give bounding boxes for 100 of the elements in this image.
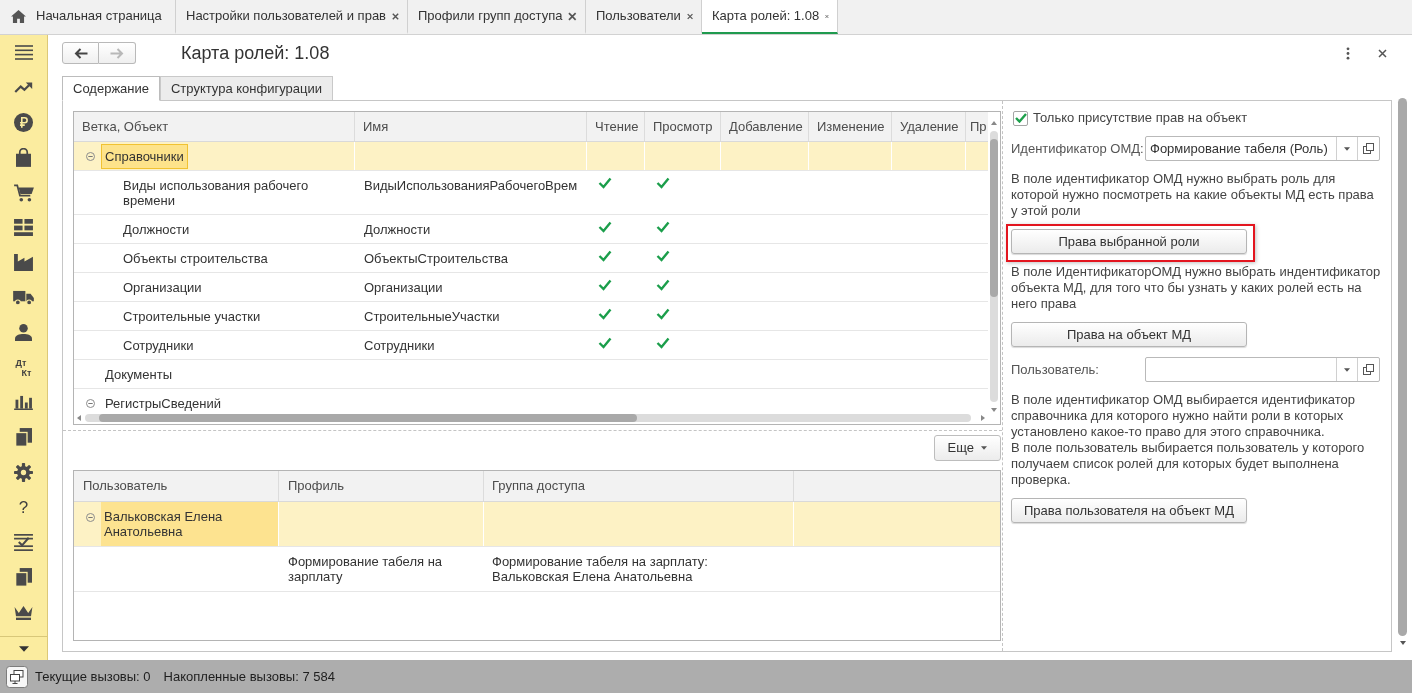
close-icon[interactable]: [392, 11, 399, 21]
tree-node-label[interactable]: Документы: [101, 367, 176, 382]
sidebar-item[interactable]: [14, 463, 33, 482]
caret-down-icon: [18, 645, 29, 652]
table-cell: Сотрудники: [123, 338, 194, 353]
scroll-right-icon[interactable]: [981, 415, 985, 421]
tree-node-label[interactable]: Справочники: [101, 144, 188, 169]
scroll-down-icon[interactable]: [1399, 641, 1406, 645]
sidebar-item[interactable]: [13, 183, 34, 202]
documents-icon: [15, 428, 32, 447]
sidebar-item[interactable]: [14, 82, 33, 93]
table-row[interactable]: Формирование табеля на зарплату Формирование табеля на зарплату: Вальковская Елена Анатольевна: [74, 547, 1000, 592]
sidebar-item[interactable]: [14, 605, 33, 620]
action-button[interactable]: Права выбранной роли: [1011, 229, 1247, 254]
tab[interactable]: Профили групп доступа: [408, 0, 586, 34]
documents-icon: [15, 568, 32, 587]
tab[interactable]: Структура конфигурации: [160, 76, 333, 100]
scroll-down-icon[interactable]: [991, 408, 997, 412]
caret-down-icon: [1344, 367, 1350, 372]
scrollbar-thumb[interactable]: [1398, 98, 1407, 636]
table-row[interactable]: Должности Должности: [74, 215, 988, 244]
table-cell: Должности: [364, 222, 431, 237]
back-button[interactable]: [62, 42, 99, 64]
tab[interactable]: Начальная страница: [0, 0, 176, 34]
table-row[interactable]: Организации Организации: [74, 273, 988, 302]
sidebar-item[interactable]: [14, 534, 33, 551]
table-cell: СтроительныеУчастки: [364, 309, 500, 324]
crown-icon: [14, 605, 33, 620]
sidebar-item[interactable]: ?: [18, 498, 29, 517]
more-button[interactable]: Еще: [933, 435, 1001, 461]
table-row[interactable]: Сотрудники Сотрудники: [74, 331, 988, 360]
open-form-icon: [1363, 143, 1374, 154]
tree-node-label[interactable]: РегистрыСведений: [101, 396, 225, 411]
column-header: Чтение: [587, 112, 645, 141]
collapse-icon[interactable]: [86, 152, 95, 161]
sections-dropdown-button[interactable]: [16, 643, 31, 654]
table-row[interactable]: Вальковская Елена Анатольевна: [74, 502, 1000, 547]
collapse-icon[interactable]: [86, 513, 95, 522]
table-row[interactable]: Строительные участки СтроительныеУчастки: [74, 302, 988, 331]
scrollbar-thumb[interactable]: [99, 414, 637, 422]
close-icon[interactable]: [568, 11, 577, 21]
scroll-up-icon[interactable]: [991, 121, 997, 125]
table-cell: Строительные участки: [123, 309, 261, 324]
sidebar-item[interactable]: [14, 254, 33, 271]
tab[interactable]: Настройки пользователей и прав: [176, 0, 408, 34]
column-header: Добавление: [721, 112, 809, 141]
sidebar-item[interactable]: [15, 568, 32, 587]
cart-icon: [13, 183, 34, 202]
sidebar-item[interactable]: [15, 324, 32, 341]
coin-icon: [14, 113, 33, 132]
caret-down-icon: [1344, 146, 1350, 151]
sidebar-item[interactable]: [13, 289, 34, 306]
page-title: Карта ролей: 1.08: [181, 42, 330, 64]
table-row[interactable]: Документы: [74, 360, 988, 389]
scrollbar-track[interactable]: [85, 414, 971, 422]
trend-up-icon: [14, 82, 33, 93]
sidebar-item[interactable]: [14, 45, 33, 60]
status-text: Текущие вызовы: 0: [35, 667, 151, 686]
sidebar-item[interactable]: [16, 148, 31, 167]
action-button[interactable]: Права пользователя на объект МД: [1011, 498, 1247, 523]
home-icon: [11, 9, 26, 23]
column-header: Изменение: [809, 112, 892, 141]
checklist-icon: [14, 534, 33, 551]
scrollbar-thumb[interactable]: [990, 139, 998, 297]
table-row[interactable]: Объекты строительства ОбъектыСтроительства: [74, 244, 988, 273]
caret-down-icon: [981, 446, 987, 450]
help-text: В поле идентификатор ОМД выбирается идентификатор справочника для которого нужно найти роли в которых установлено какое-то право для этого справочника.: [1011, 392, 1357, 440]
checkbox[interactable]: [1013, 110, 1028, 126]
sidebar-item[interactable]: [14, 395, 33, 410]
help-text: В поле идентификатор ОМД нужно выбрать роль для которой нужно посмотреть на какие объекты МД есть права у этой роли: [1011, 171, 1375, 219]
vertical-dots-icon: [1346, 46, 1350, 60]
column-header: Профиль: [279, 471, 484, 501]
tab[interactable]: Карта ролей: 1.08: [702, 0, 838, 34]
table-row[interactable]: Виды использования рабочего времени ВидыИспользованияРабочегоВрем: [74, 171, 988, 215]
table-cell: Должности: [123, 222, 190, 237]
scrollbar-track[interactable]: [990, 131, 998, 402]
close-button[interactable]: [1376, 46, 1389, 60]
close-icon[interactable]: [686, 11, 693, 21]
checkbox-label: Только присутствие прав на объект: [1033, 109, 1248, 128]
sidebar-item[interactable]: [15, 428, 32, 447]
sidebar-item[interactable]: Дт Кт: [15, 357, 32, 378]
sidebar-item[interactable]: [14, 113, 33, 132]
factory-icon: [14, 254, 33, 271]
truck-icon: [13, 289, 34, 306]
table-row[interactable]: Справочники: [74, 142, 988, 171]
combo-box[interactable]: Формирование табеля (Роль): [1145, 136, 1380, 161]
monitors-icon[interactable]: [6, 665, 28, 688]
scroll-left-icon[interactable]: [77, 415, 81, 421]
action-button[interactable]: Права на объект МД: [1011, 322, 1247, 347]
column-header: Имя: [355, 112, 587, 141]
help-text: В поле пользователь выбирается пользователь у которого получаем список ролей для которых будет выполнена проверка.: [1011, 440, 1366, 488]
tree-node-label[interactable]: Вальковская Елена Анатольевна: [101, 502, 278, 546]
bar-chart-icon: [14, 395, 33, 410]
table-cell: Организации: [123, 280, 202, 295]
column-header: Просмотр: [645, 112, 721, 141]
column-header: Ветка, Объект: [74, 112, 355, 141]
collapse-icon[interactable]: [86, 399, 95, 408]
sidebar-item[interactable]: [14, 219, 33, 236]
bag-icon: [16, 148, 31, 167]
tab[interactable]: Содержание: [62, 76, 160, 101]
